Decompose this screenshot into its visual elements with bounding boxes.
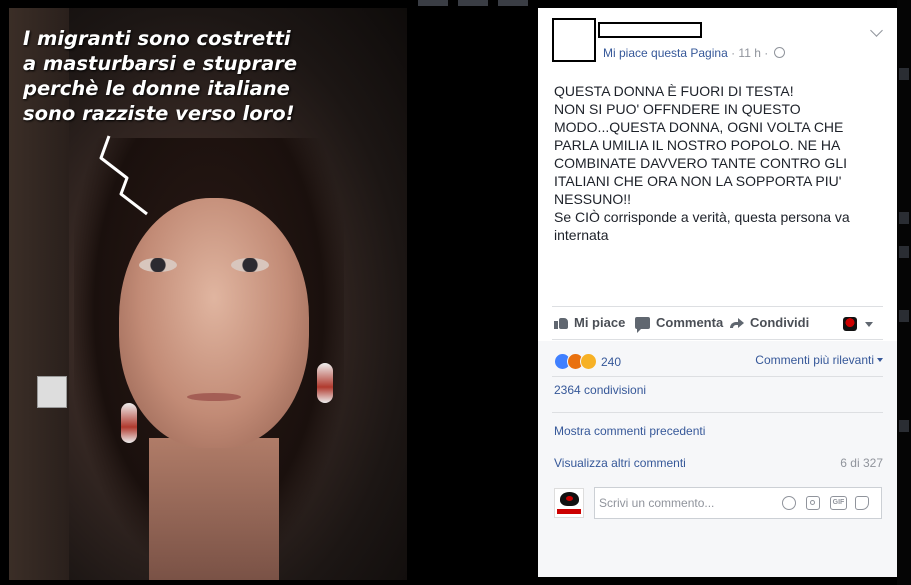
post-as-page-avatar[interactable] [843,317,857,331]
like-button[interactable]: Mi piace [554,315,625,330]
post-text-line: QUESTA DONNA È FUORI DI TESTA! [554,83,794,99]
edge-fragment [899,310,909,322]
overlay-line: sono razziste verso loro! [23,102,295,125]
edge-fragment [899,246,909,258]
background-edge [0,0,9,585]
overlay-line: a masturbarsi e stuprare [23,52,298,75]
thumbs-up-icon [554,316,568,329]
comment-button[interactable]: Commenta [635,315,724,333]
post-text-line: NON SI PUO' OFFNDERE IN QUESTO [554,101,801,117]
divider [552,376,883,377]
comment-input[interactable] [595,488,779,518]
edge-fragment [899,68,909,80]
edge-fragment [899,420,909,432]
gif-icon[interactable]: GIF [830,496,847,510]
comment-icon [635,316,650,333]
emoji-icon[interactable] [782,496,796,510]
dropdown-caret-icon [877,358,883,362]
post-text-line: PARLA UMILIA IL NOSTRO POPOLO. NE HA [554,137,841,153]
like-label: Mi piace [574,315,626,330]
bull-logo-icon [560,492,579,506]
comments-section: 240 Commenti più rilevanti 2364 condivis… [538,341,897,577]
haha-reaction-icon [580,353,597,370]
globe-icon [773,47,785,58]
post-text-line: Se CIÒ corrisponde a verità, questa pers… [554,209,850,225]
post-text-line: internata [554,227,609,243]
logo-banner [557,509,581,514]
more-comments-row: Visualizza altri commenti 6 di 327 [554,456,883,470]
comment-sort-dropdown[interactable]: Commenti più rilevanti [755,353,883,367]
comment-composer: GIF [594,487,882,519]
previous-comments-link[interactable]: Mostra commenti precedenti [554,424,883,438]
post-text: QUESTA DONNA È FUORI DI TESTA! NON SI PU… [554,82,884,244]
share-button[interactable]: Condividi [730,315,809,330]
post-text-line: NESSUNO!! [554,191,632,207]
comment-label: Commenta [656,315,724,330]
overlay-line: perchè le donne italiane [23,77,290,100]
reactions-row[interactable]: 240 Commenti più rilevanti [554,353,883,370]
post-panel: Mi piace questa Pagina · 11 h · QUESTA D… [538,8,897,577]
nav-fragment [458,0,488,6]
right-edge-strip [897,0,911,585]
shares-link[interactable]: 2364 condivisioni [554,383,883,397]
image-overlay-text: I migranti sono costretti a masturbarsi … [23,26,323,126]
nav-fragment [418,0,448,6]
divider [552,412,883,413]
chevron-down-icon[interactable] [870,24,883,37]
post-text-line: MODO...QUESTA DONNA, OGNI VOLTA CHE [554,119,844,135]
sticker-icon[interactable] [855,496,869,510]
comment-counter: 6 di 327 [840,456,883,470]
page-avatar-redacted[interactable] [552,18,596,62]
post-text-line: ITALIANI CHE ORA NON LA SOPPORTA PIU' [554,173,842,189]
top-nav-strip [408,0,538,8]
reactions-count[interactable]: 240 [601,355,621,369]
more-comments-link[interactable]: Visualizza altri commenti [554,456,686,470]
caret-down-icon[interactable] [865,322,873,327]
comment-sort-label: Commenti più rilevanti [755,353,874,367]
post-text-line: COMBINATE DAVVERO TANTE CONTRO GLI [554,155,847,171]
action-bar: Mi piace Commenta Condividi [552,306,883,340]
camera-icon[interactable] [806,496,820,510]
like-page-link[interactable]: Mi piace questa Pagina [603,46,728,60]
overlay-line: I migranti sono costretti [23,27,291,50]
nav-fragment [498,0,528,6]
share-arrow-icon [730,317,744,329]
post-time[interactable]: · 11 h · [731,46,768,60]
commenter-avatar[interactable] [554,488,584,518]
post-meta: Mi piace questa Pagina · 11 h · [603,46,785,60]
post-photo[interactable]: I migranti sono costretti a masturbarsi … [9,8,407,580]
edge-fragment [899,212,909,224]
share-label: Condividi [750,315,810,330]
page-name-redacted[interactable] [598,22,702,38]
